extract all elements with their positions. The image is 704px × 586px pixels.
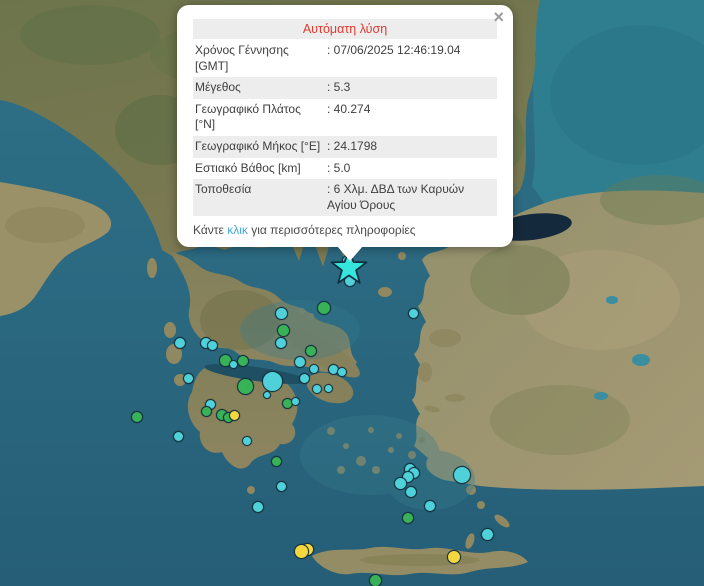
row-origin-time: Χρόνος Γέννησης [GMT] : 07/06/2025 12:46… xyxy=(193,40,497,77)
row-value: : 5.3 xyxy=(323,80,495,96)
row-magnitude: Μέγεθος : 5.3 xyxy=(193,77,497,99)
quake-marker[interactable] xyxy=(294,544,309,559)
quake-marker[interactable] xyxy=(312,384,322,394)
row-location: Τοποθεσία : 6 Χλμ. ΔΒΔ των Καρυών Αγίου … xyxy=(193,179,497,216)
row-longitude: Γεωγραφικό Μήκος [°E] : 24.1798 xyxy=(193,136,497,158)
popup-footer: Κάντε κλικ για περισσότερες πληροφορίες xyxy=(193,223,497,237)
row-label: Γεωγραφικό Μήκος [°E] xyxy=(195,139,323,155)
row-value: : 07/06/2025 12:46:19.04 xyxy=(323,43,495,74)
popup-tail xyxy=(337,246,363,261)
row-label: Τοποθεσία xyxy=(195,182,323,213)
quake-marker[interactable] xyxy=(237,378,254,395)
quake-marker[interactable] xyxy=(453,466,471,484)
row-depth: Εστιακό Βάθος [km] : 5.0 xyxy=(193,158,497,180)
quake-marker[interactable] xyxy=(408,308,419,319)
close-icon[interactable]: × xyxy=(493,8,504,26)
footer-prefix: Κάντε xyxy=(193,223,227,237)
quake-marker[interactable] xyxy=(263,391,271,399)
row-value: : 5.0 xyxy=(323,161,495,177)
row-value: : 6 Χλμ. ΔΒΔ των Καρυών Αγίου Όρους xyxy=(323,182,495,213)
earthquake-info-popup: × Αυτόματη λύση Χρόνος Γέννησης [GMT] : … xyxy=(177,5,513,247)
quake-marker[interactable] xyxy=(276,481,287,492)
quake-marker[interactable] xyxy=(324,384,333,393)
quake-marker[interactable] xyxy=(394,477,407,490)
quake-marker[interactable] xyxy=(201,406,212,417)
click-link[interactable]: κλικ xyxy=(227,223,248,237)
footer-suffix: για περισσότερες πληροφορίες xyxy=(248,223,416,237)
quake-marker[interactable] xyxy=(317,301,331,315)
quake-marker[interactable] xyxy=(173,431,184,442)
quake-marker[interactable] xyxy=(294,356,306,368)
earthquake-map-app: × Αυτόματη λύση Χρόνος Γέννησης [GMT] : … xyxy=(0,0,704,586)
quake-marker[interactable] xyxy=(242,436,252,446)
row-label: Εστιακό Βάθος [km] xyxy=(195,161,323,177)
quake-marker[interactable] xyxy=(309,364,319,374)
quake-marker[interactable] xyxy=(271,456,282,467)
row-value: : 40.274 xyxy=(323,102,495,133)
quake-marker[interactable] xyxy=(447,550,461,564)
quake-marker[interactable] xyxy=(405,486,417,498)
quake-marker[interactable] xyxy=(207,340,218,351)
popup-table: Αυτόματη λύση Χρόνος Γέννησης [GMT] : 07… xyxy=(193,19,497,216)
quake-marker[interactable] xyxy=(229,410,240,421)
quake-marker[interactable] xyxy=(174,337,186,349)
quake-marker[interactable] xyxy=(337,367,347,377)
row-latitude: Γεωγραφικό Πλάτος [°N] : 40.274 xyxy=(193,99,497,136)
quake-marker[interactable] xyxy=(275,337,287,349)
quake-marker[interactable] xyxy=(275,307,288,320)
quake-marker[interactable] xyxy=(183,373,194,384)
quake-marker[interactable] xyxy=(277,324,290,337)
quake-marker[interactable] xyxy=(131,411,143,423)
row-label: Μέγεθος xyxy=(195,80,323,96)
quake-marker[interactable] xyxy=(402,512,414,524)
quake-marker[interactable] xyxy=(252,501,264,513)
quake-marker[interactable] xyxy=(262,371,283,392)
row-label: Χρόνος Γέννησης [GMT] xyxy=(195,43,323,74)
quake-marker[interactable] xyxy=(369,574,382,586)
quake-marker[interactable] xyxy=(424,500,436,512)
quake-marker[interactable] xyxy=(305,345,317,357)
quake-marker[interactable] xyxy=(291,397,300,406)
row-value: : 24.1798 xyxy=(323,139,495,155)
popup-title: Αυτόματη λύση xyxy=(193,19,497,39)
quake-marker[interactable] xyxy=(481,528,494,541)
quake-marker[interactable] xyxy=(237,355,249,367)
quake-marker[interactable] xyxy=(299,373,310,384)
row-label: Γεωγραφικό Πλάτος [°N] xyxy=(195,102,323,133)
